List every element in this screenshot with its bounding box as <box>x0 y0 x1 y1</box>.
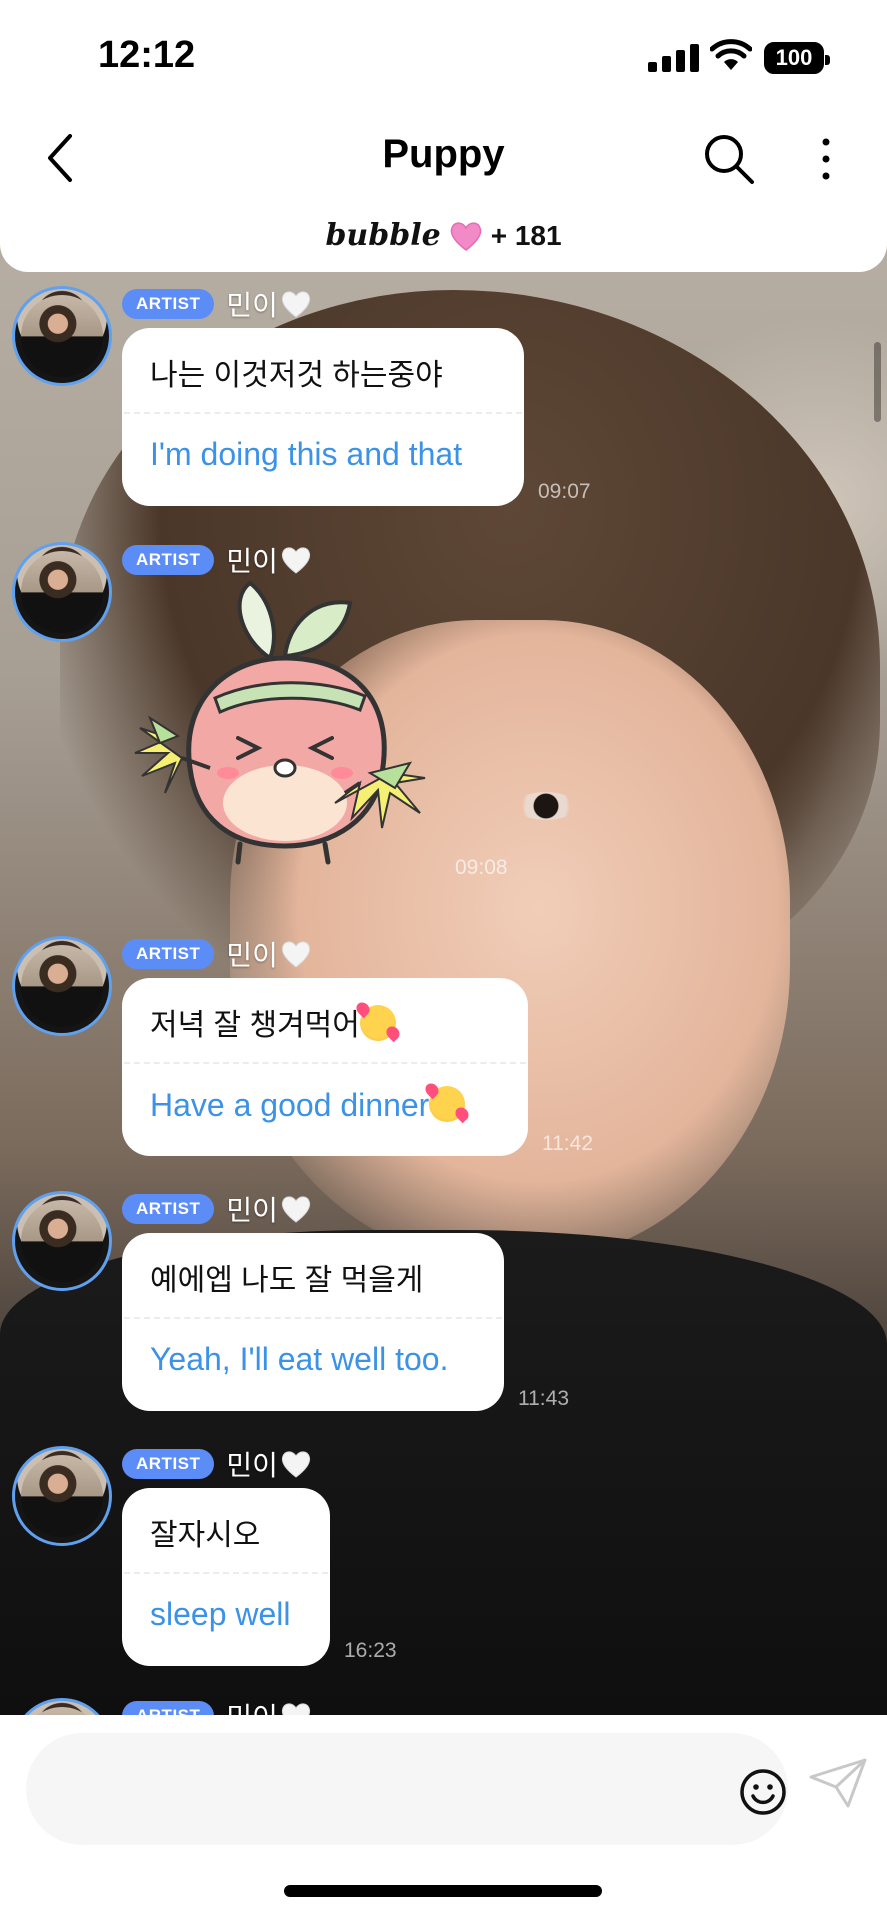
more-options-icon[interactable] <box>806 134 846 184</box>
message-translation-text: sleep well <box>150 1596 291 1632</box>
sender-name: 민이 <box>226 1189 312 1229</box>
message-original-text: 저녁 잘 챙겨먹어 <box>122 978 528 1062</box>
message-composer <box>0 1715 887 1920</box>
peach-cheerleader-sticker[interactable] <box>120 578 450 878</box>
sender-name: 민이 <box>226 1444 312 1484</box>
sender-row: ARTIST 민이 <box>122 1189 312 1229</box>
send-paper-plane-icon[interactable] <box>808 1757 868 1809</box>
message-input[interactable] <box>56 1763 700 1815</box>
message-field[interactable] <box>26 1733 788 1845</box>
artist-badge: ARTIST <box>122 545 215 575</box>
white-heart-icon <box>281 1703 310 1715</box>
avatar[interactable] <box>12 286 112 386</box>
artist-badge: ARTIST <box>122 1701 215 1715</box>
subscriber-count: + 181 <box>490 219 562 251</box>
artist-badge: ARTIST <box>122 1194 215 1224</box>
message-translation-text: I'm doing this and that <box>150 436 463 472</box>
artist-badge: ARTIST <box>122 289 215 319</box>
smiling-face-with-hearts-icon <box>359 1005 396 1041</box>
sender-name: 민이 <box>226 1696 312 1715</box>
message-timestamp: 16:23 <box>344 1639 397 1662</box>
message-timestamp: 09:07 <box>538 480 591 503</box>
search-icon[interactable] <box>700 130 756 186</box>
message-bubble[interactable]: 예에엡 나도 잘 먹을게 Yeah, I'll eat well too. <box>122 1233 504 1411</box>
sender-row: ARTIST 민이 <box>122 1444 312 1484</box>
subscriber-row: bubble + 181 <box>0 218 887 253</box>
battery-level: 100 <box>775 45 813 70</box>
message-translation-text: Yeah, I'll eat well too. <box>150 1341 449 1377</box>
scrollbar[interactable] <box>874 342 881 422</box>
avatar[interactable] <box>12 542 112 642</box>
avatar[interactable] <box>12 936 112 1036</box>
message-bubble[interactable]: 나는 이것저것 하는중야 I'm doing this and that <box>122 328 524 506</box>
message-timestamp: 11:42 <box>542 1132 593 1155</box>
cellular-signal-icon <box>648 44 699 72</box>
message-timestamp: 11:43 <box>518 1387 569 1410</box>
message-original-text: 나는 이것저것 하는중야 <box>150 359 443 392</box>
white-heart-icon <box>281 291 310 318</box>
sender-row: ARTIST 민이 <box>122 540 312 580</box>
sender-row: ARTIST 민이 <box>122 284 312 324</box>
sender-name: 민이 <box>226 540 312 580</box>
battery-icon: 100 <box>764 42 830 74</box>
white-heart-icon <box>281 1196 310 1223</box>
sender-name: 민이 <box>226 284 312 324</box>
sender-row: ARTIST 민이 <box>122 934 312 974</box>
avatar[interactable] <box>12 1446 112 1546</box>
pink-heart-icon <box>450 221 481 251</box>
smiling-face-with-hearts-icon <box>429 1086 466 1122</box>
home-indicator[interactable] <box>284 1885 602 1897</box>
status-time: 12:12 <box>98 34 196 76</box>
message-timestamp: 09:08 <box>455 856 508 879</box>
white-heart-icon <box>281 1451 310 1478</box>
message-bubble[interactable]: 잘자시오 sleep well <box>122 1488 330 1666</box>
bubble-logo: bubble <box>325 218 441 253</box>
artist-badge: ARTIST <box>122 1449 215 1479</box>
message-list[interactable]: ARTIST 민이 나는 이것저것 하는중야 I'm doing this an… <box>0 272 887 1715</box>
message-original-text: 잘자시오 <box>150 1519 261 1552</box>
white-heart-icon <box>281 941 310 968</box>
white-heart-icon <box>281 547 310 574</box>
message-original-text: 예에엡 나도 잘 먹을게 <box>150 1264 424 1297</box>
sender-row: ARTIST 민이 <box>122 1696 312 1715</box>
message-translation-text: Have a good dinner <box>122 1064 528 1156</box>
emoji-smiley-icon[interactable] <box>738 1767 788 1817</box>
sender-name: 민이 <box>226 934 312 974</box>
wifi-icon <box>710 39 752 70</box>
avatar[interactable] <box>12 1191 112 1291</box>
message-bubble[interactable]: 저녁 잘 챙겨먹어 Have a good dinner <box>122 978 528 1156</box>
artist-badge: ARTIST <box>122 939 215 969</box>
top-bar: 12:12 100 Puppy bubble + 181 <box>0 0 887 272</box>
avatar[interactable] <box>12 1698 112 1715</box>
